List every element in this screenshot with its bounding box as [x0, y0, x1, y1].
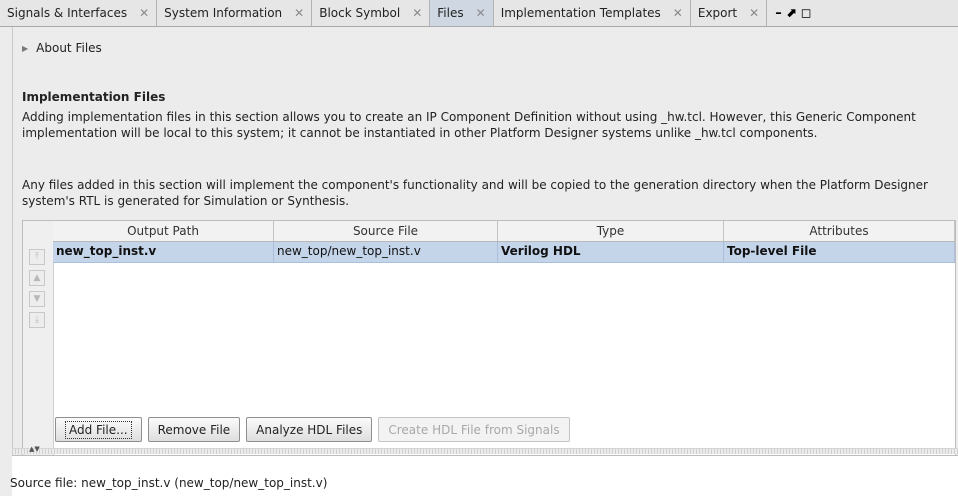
status-message: Source file: new_top_inst.v (new_top/new…	[10, 476, 328, 490]
add-file-button[interactable]: Add File...	[55, 417, 142, 442]
section-title: Implementation Files	[22, 90, 166, 104]
move-up-icon[interactable]: ▲	[29, 270, 45, 286]
tab-label: Block Symbol	[319, 6, 401, 20]
close-icon[interactable]: ✕	[476, 6, 486, 20]
close-icon[interactable]: ✕	[412, 6, 422, 20]
column-header-source-file[interactable]: Source File	[274, 221, 498, 241]
table-header: Output Path Source File Type Attributes	[53, 221, 955, 242]
description-paragraph-1: Adding implementation files in this sect…	[22, 110, 916, 140]
column-header-type[interactable]: Type	[498, 221, 724, 241]
tab-export[interactable]: Export ✕	[691, 0, 768, 26]
about-files-label: About Files	[36, 41, 102, 55]
column-header-attributes[interactable]: Attributes	[724, 221, 955, 241]
file-action-buttons: Add File... Remove File Analyze HDL File…	[55, 417, 570, 442]
tab-label: System Information	[164, 6, 283, 20]
analyze-hdl-files-button[interactable]: Analyze HDL Files	[246, 417, 373, 442]
row-move-controls: ⤒ ▲ ▼ ⤓	[23, 221, 54, 473]
expand-triangle-icon: ▶	[22, 43, 29, 53]
tab-system-information[interactable]: System Information ✕	[157, 0, 313, 26]
table-row[interactable]: new_top_inst.v new_top/new_top_inst.v Ve…	[53, 242, 955, 263]
tab-signals-interfaces[interactable]: Signals & Interfaces ✕	[0, 0, 158, 26]
panel-splitter[interactable]	[12, 448, 958, 454]
tab-implementation-templates[interactable]: Implementation Templates ✕	[494, 0, 691, 26]
create-hdl-file-button: Create HDL File from Signals	[378, 417, 570, 442]
tab-bar: Signals & Interfaces ✕ System Informatio…	[0, 0, 958, 27]
move-down-icon[interactable]: ▼	[29, 291, 45, 307]
move-to-top-icon[interactable]: ⤒	[29, 249, 45, 265]
restore-icon[interactable]: ◻	[801, 6, 812, 21]
tab-files[interactable]: Files ✕	[430, 0, 494, 26]
minimize-icon[interactable]: –	[775, 6, 782, 21]
tab-label: Files	[437, 6, 464, 20]
files-panel: ▶ About Files Implementation Files Addin…	[10, 27, 958, 496]
about-files-toggle[interactable]: ▶ About Files	[22, 41, 102, 55]
window-controls: – ⬈ ◻	[767, 0, 811, 26]
description-paragraph-2: Any files added in this section will imp…	[22, 178, 928, 208]
tab-label: Implementation Templates	[500, 6, 661, 20]
status-message-area: Source file: new_top_inst.v (new_top/new…	[10, 455, 958, 496]
cell-source-file[interactable]: new_top/new_top_inst.v	[274, 242, 498, 262]
tab-label: Signals & Interfaces	[7, 6, 128, 20]
files-grid: Output Path Source File Type Attributes …	[53, 221, 955, 263]
cell-type[interactable]: Verilog HDL	[498, 242, 724, 262]
remove-file-button[interactable]: Remove File	[147, 417, 241, 442]
cell-attributes[interactable]: Top-level File	[724, 242, 955, 262]
close-icon[interactable]: ✕	[673, 6, 683, 20]
maximize-icon[interactable]: ⬈	[786, 6, 797, 21]
add-file-label: Add File...	[65, 420, 132, 439]
column-header-output-path[interactable]: Output Path	[53, 221, 274, 241]
close-icon[interactable]: ✕	[294, 6, 304, 20]
tab-block-symbol[interactable]: Block Symbol ✕	[312, 0, 431, 26]
tab-label: Export	[697, 6, 738, 20]
close-icon[interactable]: ✕	[139, 6, 149, 20]
move-to-bottom-icon[interactable]: ⤓	[29, 312, 45, 328]
splitter-arrows-icon[interactable]: ▲▼	[29, 445, 40, 453]
cell-output-path[interactable]: new_top_inst.v	[53, 242, 274, 262]
close-icon[interactable]: ✕	[749, 6, 759, 20]
